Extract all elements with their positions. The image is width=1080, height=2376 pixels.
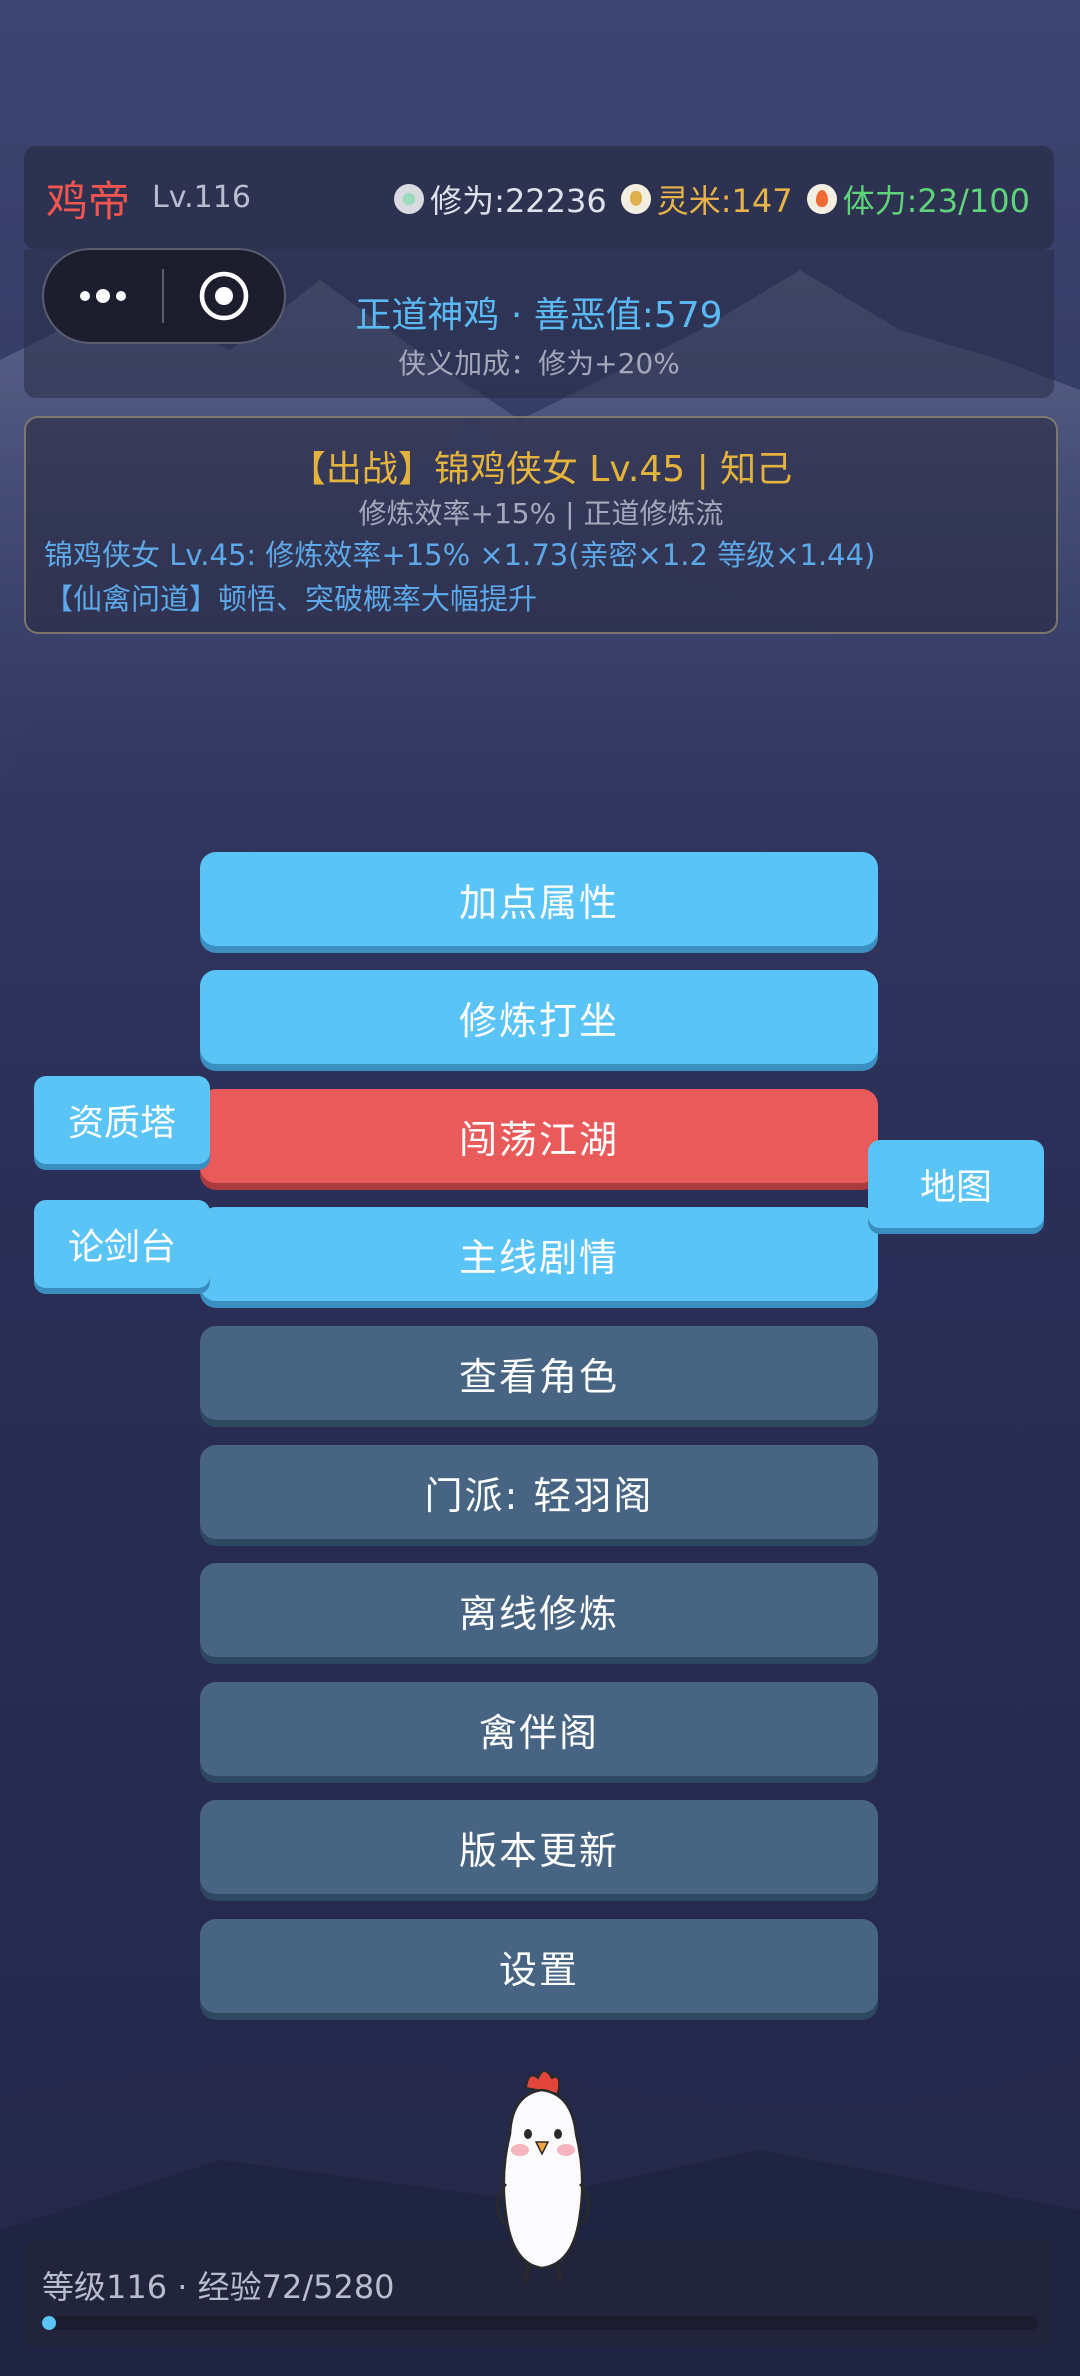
companion-skill: 【仙禽问道】顿悟、突破概率大幅提升: [44, 582, 538, 616]
player-level: Lv.116: [152, 180, 251, 215]
companion-title: 【出战】锦鸡侠女 Lv.45 | 知己: [289, 449, 793, 490]
aptitude-tower-button[interactable]: 资质塔: [34, 1076, 210, 1164]
target-close-icon: [199, 271, 249, 321]
flame-icon: [806, 184, 837, 214]
companion-pavilion-button[interactable]: 禽伴阁: [200, 1682, 878, 1776]
cultivation-stat: 修为:22236: [394, 176, 607, 222]
view-character-button[interactable]: 查看角色: [200, 1326, 878, 1420]
sword-arena-button[interactable]: 论剑台: [34, 1200, 210, 1288]
alignment-bonus: 侠义加成：修为+20%: [398, 347, 680, 380]
rice-stat: 灵米:147: [620, 176, 793, 222]
settings-button[interactable]: 设置: [200, 1919, 878, 2013]
cultivation-value: 修为:22236: [430, 182, 607, 220]
map-button[interactable]: 地图: [868, 1140, 1044, 1228]
allocate-attributes-button[interactable]: 加点属性: [200, 852, 878, 946]
adventure-button[interactable]: 闯荡江湖: [200, 1089, 878, 1183]
sect-button[interactable]: 门派: 轻羽阁: [200, 1445, 878, 1539]
close-miniprogram-button[interactable]: [164, 270, 284, 322]
experience-bar: [42, 2316, 1038, 2330]
experience-text: 等级116 · 经验72/5280: [42, 2268, 395, 2306]
more-options-button[interactable]: [44, 286, 162, 306]
companion-subtitle: 修炼效率+15% | 正道修炼流: [358, 497, 724, 530]
rice-value: 灵米:147: [656, 182, 793, 220]
rice-icon: [620, 184, 651, 214]
cultivation-orb-icon: [394, 184, 425, 214]
status-bar: 鸡帝 Lv.116 修为:22236 灵米:147 体力:23/100: [24, 146, 1054, 250]
offline-cultivation-button[interactable]: 离线修炼: [200, 1563, 878, 1657]
companion-panel[interactable]: 【出战】锦鸡侠女 Lv.45 | 知己 修炼效率+15% | 正道修炼流 锦鸡侠…: [24, 416, 1058, 634]
stamina-stat: 体力:23/100: [806, 176, 1030, 222]
meditate-button[interactable]: 修炼打坐: [200, 970, 878, 1064]
miniprogram-capsule: [42, 248, 286, 344]
stamina-value: 体力:23/100: [842, 182, 1030, 220]
player-name: 鸡帝: [46, 177, 131, 226]
chicken-mascot[interactable]: [482, 2064, 602, 2284]
main-story-button[interactable]: 主线剧情: [200, 1207, 878, 1301]
resource-stats: 修为:22236 灵米:147 体力:23/100: [394, 176, 1030, 222]
experience-bar-fill: [42, 2316, 56, 2330]
companion-detail: 锦鸡侠女 Lv.45: 修炼效率+15% ×1.73(亲密×1.2 等级×1.4…: [44, 538, 876, 572]
version-update-button[interactable]: 版本更新: [200, 1800, 878, 1894]
more-dots-icon: [80, 289, 126, 303]
